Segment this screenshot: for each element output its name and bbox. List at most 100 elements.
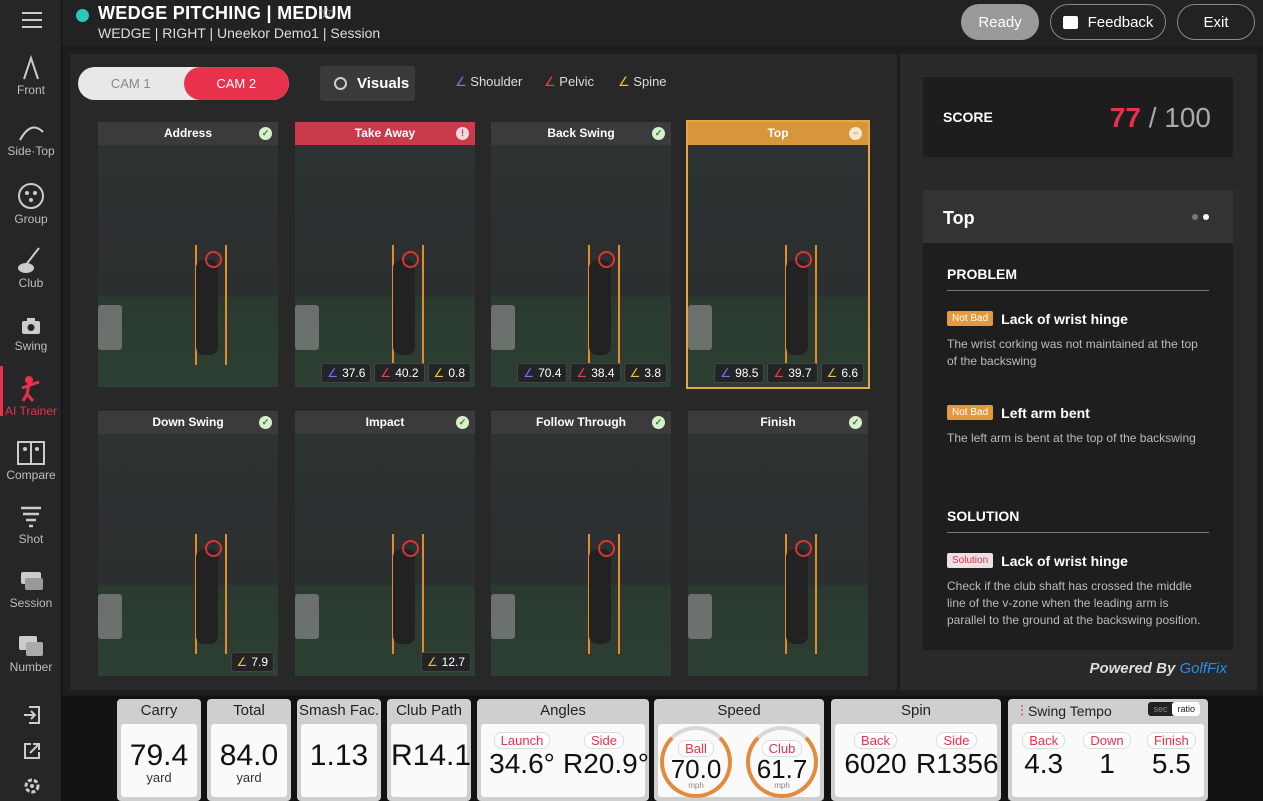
problem-heading: PROBLEM [947, 266, 1209, 291]
sidebar-item-swing[interactable]: Swing [0, 315, 62, 353]
problem-item: Not Bad Lack of wrist hinge The wrist cor… [947, 310, 1198, 368]
side-view-icon [19, 126, 44, 141]
club-icon [18, 247, 40, 273]
phase-card[interactable]: Back Swing ✓ ∠ 70.4 ∠ 38.4 ∠ 3.8 [491, 122, 671, 387]
shoulder-angle-icon: ∠ [327, 366, 339, 380]
sidebar-item-label: Side·Top [7, 144, 55, 158]
stat-angles: Angles Launch 34.6° Side R20.9° [477, 699, 649, 801]
sidebar-item-front[interactable]: Front [0, 55, 62, 97]
phase-card[interactable]: Address ✓ [98, 122, 278, 387]
ai-trainer-icon [21, 376, 40, 402]
spine-angle-icon: ∠ [618, 74, 630, 89]
sidebar-item-label: AI Trainer [4, 404, 58, 418]
feedback-card: Top PROBLEM Not Bad Lack of wrist hinge T… [923, 190, 1233, 650]
analysis-panel: SCORE 77 / 100 Top PROBLEM Not Bad Lack o… [900, 54, 1257, 690]
stat-carry: Carry 79.4 yard [117, 699, 201, 801]
cam1-option[interactable]: CAM 1 [78, 67, 184, 100]
sidebar-item-compare[interactable]: Compare [0, 440, 62, 482]
phase-card[interactable]: Impact ✓ ∠ 12.7 [295, 411, 475, 676]
status-icon: ✓ [259, 416, 272, 429]
severity-badge: Not Bad [947, 405, 994, 421]
phase-title: Back Swing ✓ [491, 122, 671, 145]
number-icon [19, 636, 43, 656]
camera-toggle[interactable]: CAM 1 CAM 2 [78, 67, 289, 100]
status-icon: ✓ [652, 416, 665, 429]
solution-badge: Solution [947, 553, 994, 569]
legend-pelvic: ∠ Pelvic [544, 74, 594, 89]
pelvic-angle-value: ∠ 39.7 [767, 363, 818, 383]
phase-card[interactable]: Finish ✓ [688, 411, 868, 676]
swing-video-frame [491, 434, 671, 676]
pelvic-angle-icon: ∠ [544, 74, 556, 89]
pelvic-angle-icon: ∠ [380, 366, 392, 380]
tempo-unit-toggle[interactable]: sec ratio [1148, 702, 1200, 716]
spine-angle-icon: ∠ [629, 366, 641, 380]
phase-card[interactable]: Down Swing ✓ ∠ 7.9 [98, 411, 278, 676]
phase-title: Down Swing ✓ [98, 411, 278, 434]
shoulder-angle-value: ∠ 70.4 [517, 363, 568, 383]
spine-angle-value: ∠ 12.7 [420, 652, 471, 672]
sidebar-item-label: Club [18, 276, 44, 290]
phase-card[interactable]: Take Away! ∠ 37.6 ∠ 40.2 ∠ 0.8 [295, 122, 475, 387]
visuals-toggle[interactable]: Visuals [320, 66, 415, 101]
spine-angle-icon: ∠ [826, 366, 838, 380]
ready-button[interactable]: Ready [961, 4, 1039, 40]
sidebar-item-club[interactable]: Club [0, 246, 62, 290]
status-icon: ✓ [456, 416, 469, 429]
sidebar-item-session[interactable]: Session [0, 570, 62, 610]
stat-smash-factor: Smash Fac. 1.13 [297, 699, 381, 801]
swing-phases-panel: CAM 1 CAM 2 Visuals ∠ Shoulder ∠ Pelvic … [70, 54, 897, 690]
status-icon: ✓ [849, 416, 862, 429]
phase-title: Finish ✓ [688, 411, 868, 434]
shoulder-angle-value: ∠ 98.5 [714, 363, 765, 383]
sidebar-item-shot[interactable]: Shot [0, 504, 62, 546]
star-icon[interactable]: ☆ [319, 3, 334, 23]
session-icon [21, 572, 43, 590]
group-icon [18, 183, 44, 209]
pelvic-angle-value: ∠ 38.4 [570, 363, 621, 383]
phase-title: Impact ✓ [295, 411, 475, 434]
sidebar-item-group[interactable]: Group [0, 182, 62, 226]
stat-swing-tempo: ⫶ Swing Tempo sec ratio Back 4.3 Down 1 Fin… [1008, 699, 1208, 801]
score-value: 77 / 100 [1109, 102, 1211, 133]
stat-total: Total 84.0 yard [207, 699, 291, 801]
import-icon[interactable] [22, 704, 42, 726]
status-icon: ✓ [652, 127, 665, 140]
shoulder-angle-value: ∠ 37.6 [321, 363, 372, 383]
sidebar-item-label: Shot [18, 532, 44, 546]
compare-icon [17, 441, 45, 465]
swing-video-frame [295, 145, 475, 387]
feedback-button[interactable]: Feedback [1050, 4, 1166, 40]
export-icon[interactable] [22, 741, 42, 761]
solution-item: Solution Lack of wrist hinge Check if the… [947, 552, 1201, 627]
swing-video-frame [491, 145, 671, 387]
status-icon: ! [456, 127, 469, 140]
shoulder-angle-icon: ∠ [455, 74, 467, 89]
status-icon: ✓ [259, 127, 272, 140]
sidebar-item-side-top[interactable]: Side·Top [0, 120, 62, 158]
spine-angle-value: ∠ 0.8 [427, 363, 471, 383]
phase-card[interactable]: Top − ∠ 98.5 ∠ 39.7 ∠ 6.6 [686, 120, 870, 389]
shoulder-angle-icon: ∠ [720, 366, 732, 380]
gear-icon[interactable] [22, 776, 42, 796]
exit-button[interactable]: Exit [1177, 4, 1255, 40]
spine-angle-value: ∠ 7.9 [230, 652, 274, 672]
solution-heading: SOLUTION [947, 508, 1209, 533]
sidebar-item-label: Number [9, 660, 53, 674]
hamburger-menu-icon[interactable] [22, 12, 42, 28]
phase-title: Take Away! [295, 122, 475, 145]
swing-video-frame [688, 434, 868, 676]
sidebar-item-label: Front [16, 83, 45, 97]
sidebar-item-label: Swing [14, 339, 48, 353]
sidebar-item-number[interactable]: Number [0, 634, 62, 674]
score-label: SCORE [943, 109, 993, 125]
swing-video-frame [295, 434, 475, 676]
pagination-dots[interactable] [1192, 214, 1209, 220]
sidebar-item-ai-trainer[interactable]: AI Trainer [0, 366, 62, 418]
page-subtitle: WEDGE | RIGHT | Uneekor Demo1 | Session [98, 25, 381, 41]
page-title: WEDGE PITCHING | MEDIUM [98, 3, 352, 23]
cam2-option[interactable]: CAM 2 [183, 67, 289, 100]
sidebar-item-label: Group [14, 212, 48, 226]
sidebar: Front Side·Top Group Club Swing AI Train… [0, 0, 62, 801]
phase-card[interactable]: Follow Through ✓ [491, 411, 671, 676]
